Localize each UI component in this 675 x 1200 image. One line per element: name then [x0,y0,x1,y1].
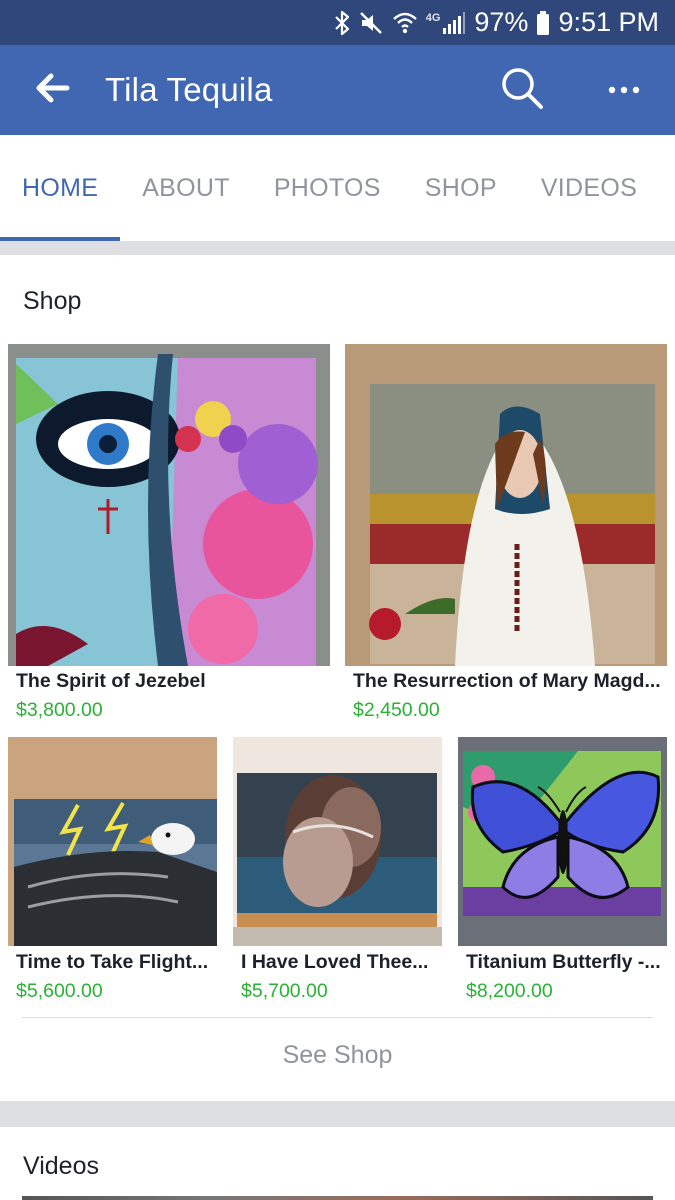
status-bar: 4G 97% 9:51 PM [0,0,675,45]
network-type: 4G [425,11,441,24]
signal-icon [442,8,466,38]
product-name: I Have Loved Thee... [241,951,429,973]
product-image [233,737,442,946]
section-divider [0,241,675,255]
battery-icon [536,8,550,38]
battery-percent: 97% [474,7,529,37]
back-button[interactable] [0,45,105,135]
wifi-icon [392,8,418,38]
divider [22,1017,653,1018]
video-thumbnail-strip[interactable] [22,1196,653,1200]
product-item[interactable]: The Resurrection of Mary Magd... $2,450.… [345,344,667,721]
product-item[interactable]: Time to Take Flight... $5,600.00 [8,737,217,1007]
tab-shop[interactable]: SHOP [403,135,519,241]
shop-section-title: Shop [23,287,82,315]
product-price: $8,200.00 [466,980,553,1002]
product-price: $2,450.00 [353,699,440,721]
shop-section: Shop The Spirit of Jezebel $3,800.00 The… [0,255,675,1101]
product-image [8,344,330,666]
product-name: The Resurrection of Mary Magd... [353,670,661,692]
app-bar: Tila Tequila [0,45,675,135]
section-divider [0,1101,675,1127]
videos-section-title: Videos [23,1152,99,1180]
product-image [458,737,667,946]
page-title: Tila Tequila [105,71,273,108]
product-image [8,737,217,946]
page-tabs: HOME ABOUT PHOTOS SHOP VIDEOS P [0,135,675,241]
search-button[interactable] [491,45,553,135]
bluetooth-icon [334,8,350,38]
product-name: Titanium Butterfly -... [466,951,661,973]
tab-partial[interactable]: P [659,135,675,241]
product-item[interactable]: The Spirit of Jezebel $3,800.00 [8,344,330,721]
tab-videos[interactable]: VIDEOS [519,135,659,241]
product-name: The Spirit of Jezebel [16,670,206,692]
tab-home[interactable]: HOME [0,135,121,241]
more-button[interactable] [593,45,655,135]
videos-section: Videos [0,1127,675,1200]
search-icon [499,65,545,116]
product-item[interactable]: I Have Loved Thee... $5,700.00 [233,737,442,1007]
product-item[interactable]: Titanium Butterfly -... $8,200.00 [458,737,667,1007]
tab-photos[interactable]: PHOTOS [252,135,403,241]
see-shop-button[interactable]: See Shop [0,1041,675,1070]
tab-about[interactable]: ABOUT [120,135,252,241]
more-icon [608,81,640,99]
product-price: $5,700.00 [241,980,328,1002]
back-arrow-icon [36,73,70,108]
clock: 9:51 PM [558,7,659,37]
product-price: $3,800.00 [16,699,103,721]
product-price: $5,600.00 [16,980,103,1002]
product-image [345,344,667,666]
product-name: Time to Take Flight... [16,951,209,973]
mute-icon [358,8,384,38]
